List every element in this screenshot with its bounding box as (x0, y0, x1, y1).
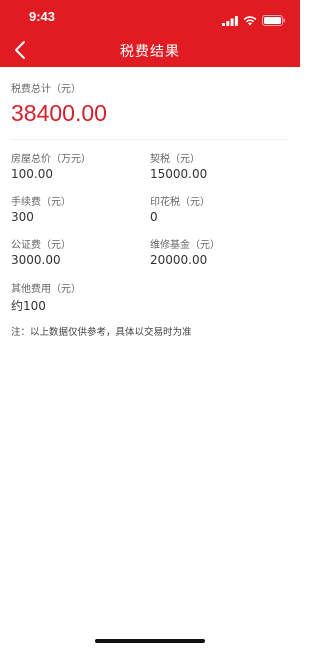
wifi-icon (243, 11, 257, 30)
status-bar: 9:43 (0, 0, 300, 32)
page-title: 税费结果 (120, 44, 180, 60)
other-fee-label: 其他费用（元） (11, 284, 81, 295)
service-fee-label: 手续费（元） (11, 197, 71, 208)
notary-fee-value: 3000.00 (11, 253, 61, 267)
disclaimer-note: 注：以上数据仅供参考，具体以交易时为准 (11, 327, 192, 338)
house-price-label: 房屋总价（万元） (11, 154, 91, 165)
stamp-duty-label: 印花税（元） (150, 197, 210, 208)
nav-bar: 税费结果 (0, 32, 300, 67)
other-fee-value: 约100 (11, 299, 46, 313)
maintenance-fund-value: 20000.00 (150, 253, 208, 267)
app-header: 9:43 税费结果 (0, 0, 300, 67)
maintenance-fund-label: 维修基金（元） (150, 240, 220, 251)
notary-fee-label: 公证费（元） (11, 240, 71, 251)
divider (11, 139, 288, 140)
total-value: 38400.00 (11, 100, 107, 126)
battery-icon (262, 11, 286, 30)
deed-tax-value: 15000.00 (150, 167, 208, 181)
signal-icon (222, 11, 238, 30)
status-icons (222, 11, 286, 30)
stamp-duty-value: 0 (150, 210, 158, 224)
service-fee-value: 300 (11, 210, 34, 224)
total-label: 税费总计（元） (11, 84, 81, 95)
status-time: 9:43 (29, 9, 56, 24)
house-price-value: 100.00 (11, 167, 53, 181)
home-indicator[interactable] (95, 639, 205, 643)
deed-tax-label: 契税（元） (150, 154, 200, 165)
